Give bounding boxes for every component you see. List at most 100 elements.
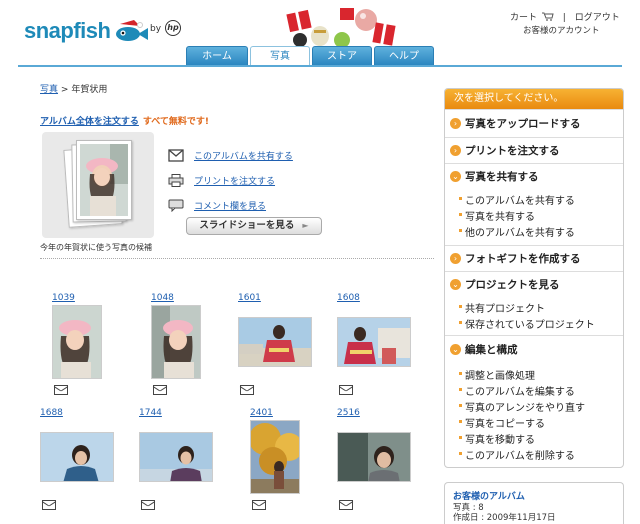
email-photo-icon[interactable] bbox=[339, 500, 353, 510]
album-caption: 今年の年賀状に使う写真の候補 bbox=[40, 243, 152, 252]
email-photo-icon[interactable] bbox=[54, 385, 68, 395]
chevron-down-icon: ⌄ bbox=[450, 344, 461, 355]
order-prints-action[interactable]: プリントを注文する bbox=[168, 168, 293, 193]
top-links: カート | ログアウト bbox=[510, 10, 620, 23]
fish-santa-icon bbox=[116, 20, 148, 41]
section-edit-organize: ⌄ 編集と構成 調整と画像処理 このアルバムを編集する 写真のアレンジをやり直す… bbox=[445, 335, 623, 467]
view-comments-action[interactable]: コメント欄を見る bbox=[168, 193, 293, 218]
menu-item-rearrange[interactable]: 写真のアレンジをやり直す bbox=[459, 399, 585, 414]
photo-thumbnail[interactable] bbox=[337, 317, 411, 367]
divider: | bbox=[562, 13, 566, 23]
section-title[interactable]: プリントを注文する bbox=[465, 143, 560, 158]
tab-home[interactable]: ホーム bbox=[186, 46, 248, 65]
chevron-right-icon: › bbox=[450, 145, 461, 156]
photo-number-link[interactable]: 1048 bbox=[151, 293, 174, 303]
section-share: ⌄ 写真を共有する このアルバムを共有する 写真を共有する 他のアルバムを共有す… bbox=[445, 163, 623, 245]
cover-photo bbox=[76, 140, 132, 220]
photo-tile[interactable]: 1744 bbox=[139, 408, 215, 513]
photo-number-link[interactable]: 1744 bbox=[139, 408, 162, 418]
photo-tile[interactable]: 2516 bbox=[337, 408, 413, 513]
logo-by-text: by bbox=[150, 24, 162, 34]
album-cover[interactable] bbox=[42, 132, 154, 238]
slideshow-label: スライドショーを見る bbox=[199, 220, 295, 231]
photo-thumbnail[interactable] bbox=[40, 432, 114, 482]
menu-item-copy-photos[interactable]: 写真をコピーする bbox=[459, 415, 545, 430]
chevron-down-icon: ⌄ bbox=[450, 279, 461, 290]
tab-store[interactable]: ストア bbox=[312, 46, 372, 65]
menu-item-share-photos[interactable]: 写真を共有する bbox=[459, 208, 535, 223]
email-photo-icon[interactable] bbox=[42, 500, 56, 510]
menu-item-delete-album[interactable]: このアルバムを削除する bbox=[459, 447, 575, 462]
free-notice: すべて無料です! bbox=[142, 117, 210, 127]
account-link[interactable]: お客様のアカウント bbox=[523, 24, 600, 36]
photo-tile[interactable]: 1688 bbox=[40, 408, 116, 513]
chevron-right-icon: › bbox=[450, 253, 461, 264]
breadcrumb: 写真 > 年賀状用 bbox=[40, 82, 107, 95]
photo-thumbnail[interactable] bbox=[250, 420, 300, 494]
section-divider bbox=[40, 258, 434, 259]
menu-item-adjust[interactable]: 調整と画像処理 bbox=[459, 367, 535, 382]
email-photo-icon[interactable] bbox=[153, 385, 167, 395]
email-photo-icon[interactable] bbox=[252, 500, 266, 510]
email-photo-icon[interactable] bbox=[339, 385, 353, 395]
main-nav: ホーム 写真 ストア ヘルプ bbox=[186, 46, 434, 66]
view-comments-link[interactable]: コメント欄を見る bbox=[194, 199, 266, 212]
panel-header: 次を選択してください。 bbox=[445, 89, 623, 109]
album-actions: このアルバムを共有する プリントを注文する コメント欄を見る bbox=[168, 143, 293, 218]
share-album-link[interactable]: このアルバムを共有する bbox=[194, 149, 293, 162]
tab-help[interactable]: ヘルプ bbox=[374, 46, 434, 65]
email-photo-icon[interactable] bbox=[240, 385, 254, 395]
cart-link[interactable]: カート bbox=[510, 10, 537, 23]
share-album-action[interactable]: このアルバムを共有する bbox=[168, 143, 293, 168]
options-panel: 次を選択してください。 › 写真をアップロードする › プリントを注文する ⌄ … bbox=[444, 88, 624, 468]
photo-number-link[interactable]: 1688 bbox=[40, 408, 63, 418]
section-title[interactable]: 写真をアップロードする bbox=[465, 116, 581, 131]
breadcrumb-photos-link[interactable]: 写真 bbox=[40, 85, 58, 95]
photo-number-link[interactable]: 1601 bbox=[238, 293, 261, 303]
section-title[interactable]: フォトギフトを作成する bbox=[465, 251, 581, 266]
section-title[interactable]: 編集と構成 bbox=[465, 342, 518, 357]
section-title[interactable]: 写真を共有する bbox=[465, 169, 539, 184]
menu-item-edit-album[interactable]: このアルバムを編集する bbox=[459, 383, 575, 398]
play-arrow-icon: ► bbox=[302, 221, 309, 230]
hp-logo: hp bbox=[165, 20, 181, 36]
order-prints-link[interactable]: プリントを注文する bbox=[194, 174, 275, 187]
nav-underline bbox=[18, 65, 622, 67]
photo-tile[interactable]: 1048 bbox=[151, 293, 211, 398]
section-upload[interactable]: › 写真をアップロードする bbox=[445, 109, 623, 137]
photo-number-link[interactable]: 1608 bbox=[337, 293, 360, 303]
photo-thumbnail[interactable] bbox=[151, 305, 201, 379]
email-photo-icon[interactable] bbox=[141, 500, 155, 510]
menu-item-saved-projects[interactable]: 保存されているプロジェクト bbox=[459, 316, 595, 331]
menu-item-shared-projects[interactable]: 共有プロジェクト bbox=[459, 300, 545, 315]
album-info-panel: お客様のアルバム 写真 : 8 作成日 : 2009年11月17日 bbox=[444, 482, 624, 524]
section-projects: ⌄ プロジェクトを見る 共有プロジェクト 保存されているプロジェクト bbox=[445, 271, 623, 335]
photo-number-link[interactable]: 1039 bbox=[52, 293, 75, 303]
photo-tile[interactable]: 1608 bbox=[337, 293, 413, 398]
section-photo-gift[interactable]: › フォトギフトを作成する bbox=[445, 245, 623, 271]
tab-photos[interactable]: 写真 bbox=[250, 46, 310, 66]
photo-tile[interactable]: 2401 bbox=[250, 408, 310, 513]
photo-thumbnail[interactable] bbox=[139, 432, 213, 482]
order-album-link[interactable]: アルバム全体を注文する bbox=[40, 117, 139, 127]
section-title[interactable]: プロジェクトを見る bbox=[465, 277, 560, 292]
menu-item-share-other-albums[interactable]: 他のアルバムを共有する bbox=[459, 224, 575, 239]
section-order-prints[interactable]: › プリントを注文する bbox=[445, 137, 623, 163]
photo-thumbnail[interactable] bbox=[52, 305, 102, 379]
photo-thumbnail[interactable] bbox=[337, 432, 411, 482]
photo-thumbnail[interactable] bbox=[238, 317, 312, 367]
menu-item-share-this-album[interactable]: このアルバムを共有する bbox=[459, 192, 575, 207]
logout-link[interactable]: ログアウト bbox=[575, 10, 620, 23]
envelope-icon bbox=[168, 149, 184, 162]
album-created-date: 作成日 : 2009年11月17日 bbox=[453, 513, 556, 523]
photo-number-link[interactable]: 2401 bbox=[250, 408, 273, 418]
slideshow-button[interactable]: スライドショーを見る ► bbox=[186, 217, 322, 235]
menu-item-move-photos[interactable]: 写真を移動する bbox=[459, 431, 535, 446]
photo-tile[interactable]: 1601 bbox=[238, 293, 314, 398]
christmas-gifts-banner bbox=[286, 8, 396, 48]
cart-icon[interactable] bbox=[541, 12, 554, 21]
photo-number-link[interactable]: 2516 bbox=[337, 408, 360, 418]
logo-wordmark: snapfish bbox=[24, 18, 111, 43]
snapfish-logo[interactable]: snapfish by hp bbox=[24, 14, 184, 46]
photo-tile[interactable]: 1039 bbox=[52, 293, 112, 398]
